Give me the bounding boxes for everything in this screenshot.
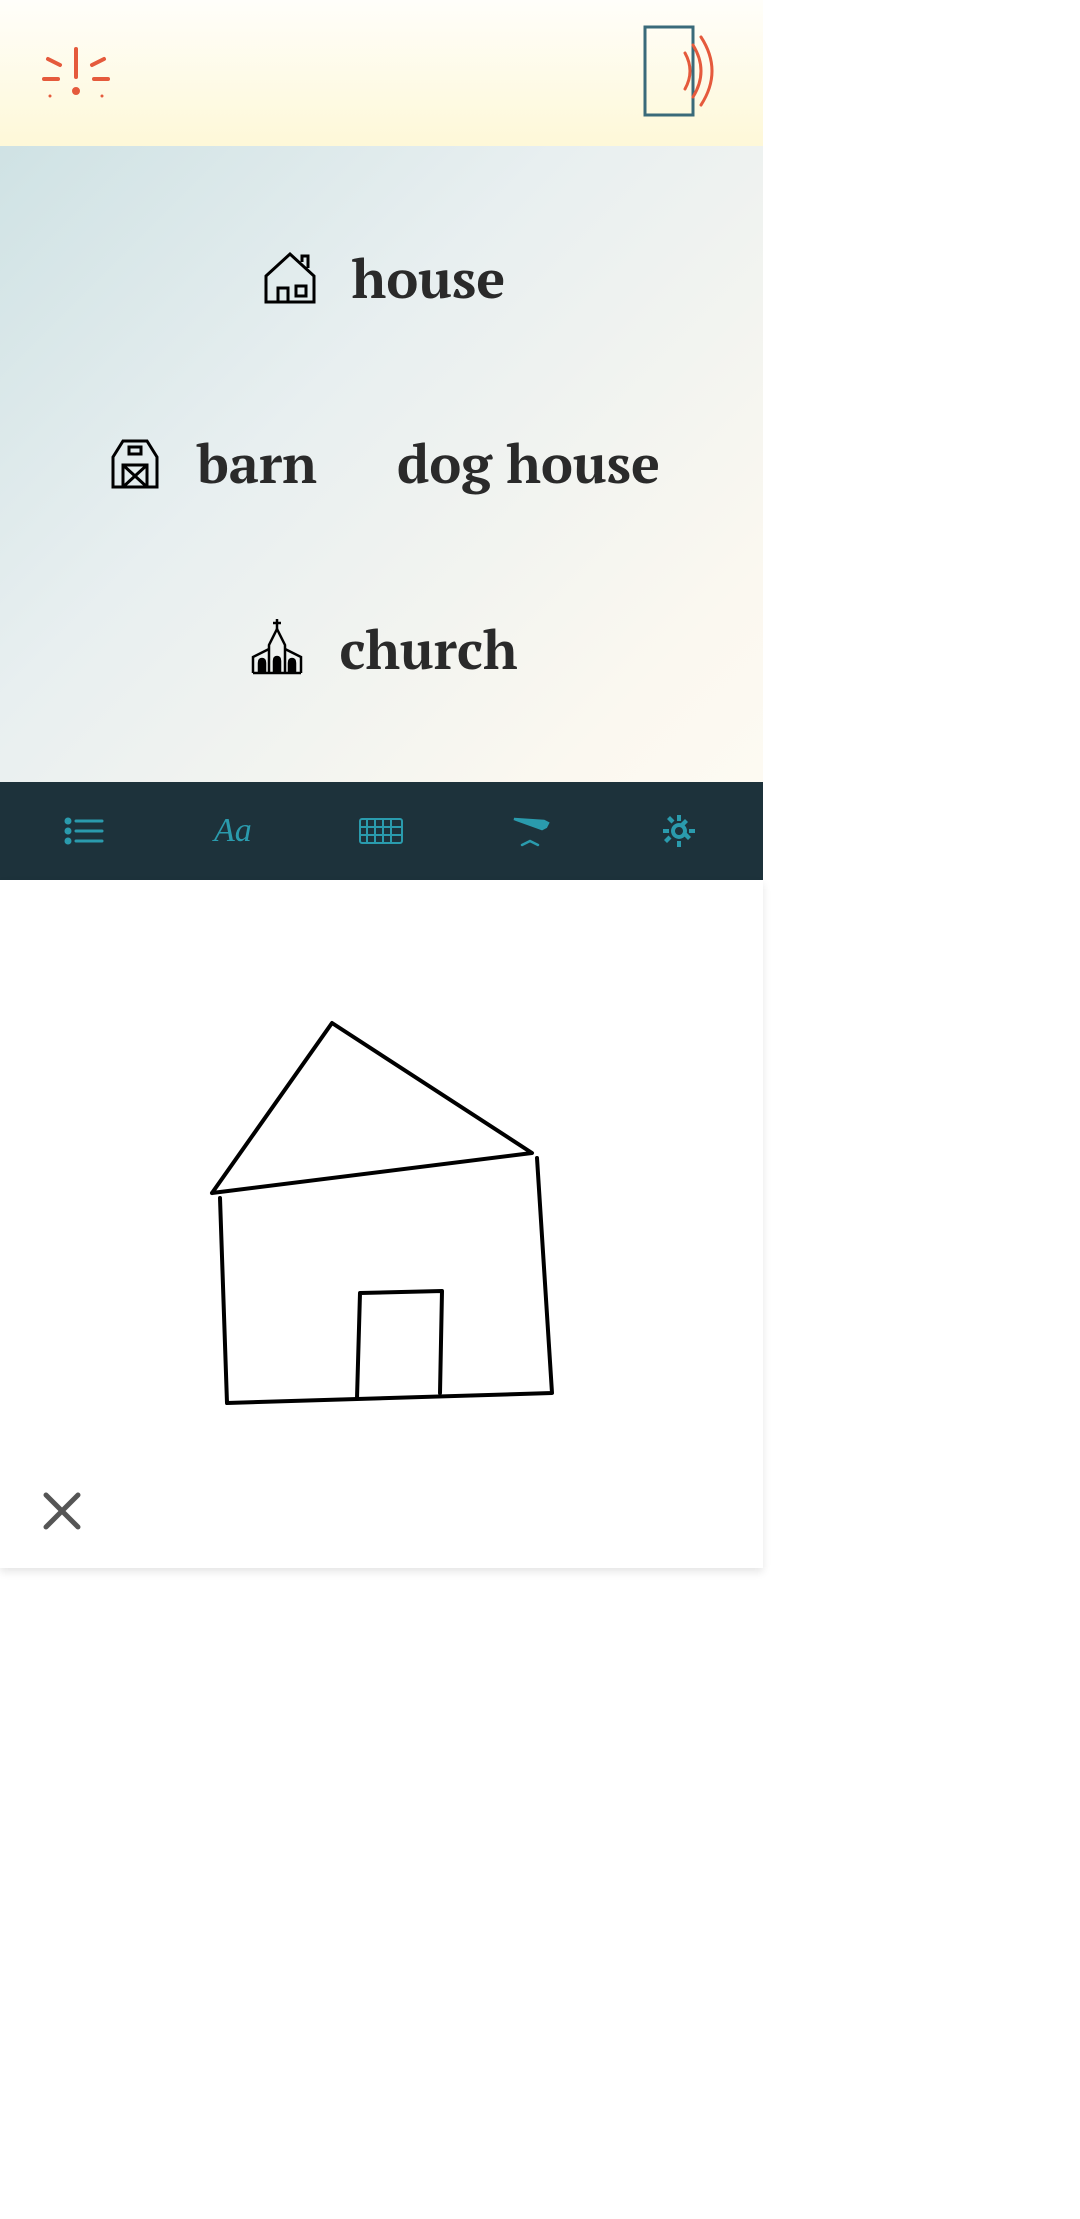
suggestion-church[interactable]: church [245, 614, 517, 685]
user-drawing [182, 993, 582, 1413]
suggestion-barn[interactable]: barn [103, 428, 317, 499]
suggestions-panel: house barn dog house [0, 146, 763, 782]
list-button[interactable] [44, 816, 124, 846]
suggestion-label: house [352, 243, 506, 314]
settings-button[interactable] [639, 813, 719, 849]
header [0, 0, 763, 146]
keyboard-button[interactable] [341, 818, 421, 844]
toolbar: Aa [0, 782, 763, 880]
suggestion-dog-house[interactable]: dog house [397, 428, 660, 499]
suggestion-row-1: house [0, 243, 763, 314]
clear-button[interactable] [40, 1489, 84, 1538]
church-icon [245, 615, 309, 684]
suggestion-row-2: barn dog house [0, 428, 763, 499]
handwriting-icon: Aa [214, 812, 252, 850]
suggestion-row-3: church [0, 614, 763, 685]
alert-icon[interactable] [40, 41, 112, 106]
suggestion-label: dog house [397, 428, 660, 499]
speaker-button[interactable] [643, 21, 733, 126]
pen-button[interactable] [490, 811, 570, 851]
suggestion-house[interactable]: house [258, 243, 506, 314]
barn-icon [103, 429, 167, 498]
suggestion-label: barn [197, 428, 317, 499]
house-icon [258, 244, 322, 313]
suggestion-label: church [339, 614, 517, 685]
handwriting-button[interactable]: Aa [193, 812, 273, 850]
drawing-canvas[interactable] [0, 880, 763, 1568]
